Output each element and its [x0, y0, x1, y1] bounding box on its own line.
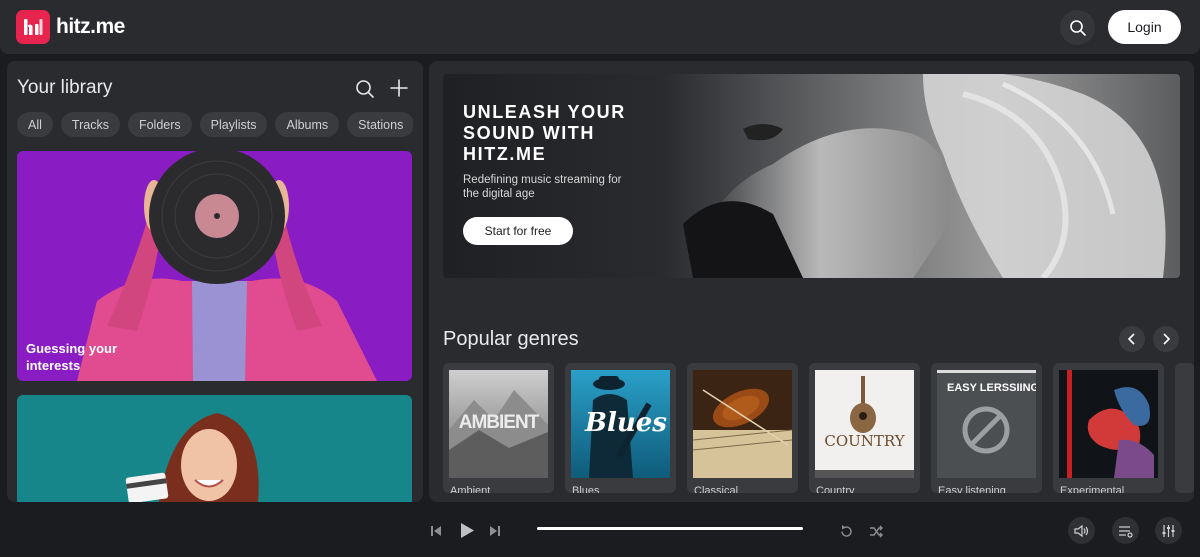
genre-card-easy-listening[interactable]: EASY LERSSIING Easy listening — [931, 363, 1042, 493]
search-icon — [1069, 19, 1086, 36]
chevron-left-icon — [1127, 333, 1135, 345]
player-bar — [0, 505, 1200, 557]
equalizer-icon — [1162, 524, 1175, 537]
queue-icon — [1119, 525, 1133, 538]
play-icon[interactable] — [459, 522, 475, 539]
playback-progress-bar[interactable] — [537, 527, 803, 530]
hero-banner: UNLEASH YOUR SOUND WITH HITZ.ME Redefini… — [443, 74, 1180, 278]
hero-title: UNLEASH YOUR SOUND WITH HITZ.ME — [463, 102, 626, 164]
top-bar: hitz.me Login — [0, 0, 1200, 54]
genre-art: COUNTRY — [815, 370, 914, 478]
hero-subtitle: Redefining music streaming for the digit… — [463, 174, 622, 200]
logo-text: hitz.me — [56, 15, 125, 38]
genre-name: Blues — [572, 485, 600, 493]
library-card-guessing-interests[interactable]: Guessing your interests — [17, 151, 412, 381]
logo-mark-icon — [16, 10, 50, 44]
smiling-woman-image — [125, 413, 259, 502]
start-for-free-button[interactable]: Start for free — [463, 217, 573, 245]
login-button[interactable]: Login — [1108, 10, 1181, 44]
chevron-right-icon — [1163, 333, 1171, 345]
chip-stations[interactable]: Stations — [347, 112, 413, 137]
genre-art: EASY LERSSIING — [937, 370, 1036, 478]
genre-card-blues[interactable]: Blues Blues — [565, 363, 676, 493]
genre-name: Classical — [694, 485, 739, 493]
genre-name: Country — [816, 485, 855, 493]
genre-art-text: AMBIENT — [458, 412, 540, 433]
volume-button[interactable] — [1068, 517, 1095, 544]
shuffle-icon[interactable] — [869, 524, 884, 539]
main-panel: UNLEASH YOUR SOUND WITH HITZ.ME Redefini… — [429, 61, 1194, 502]
queue-button[interactable] — [1112, 517, 1139, 544]
add-icon[interactable] — [389, 78, 409, 98]
next-track-icon[interactable] — [488, 524, 502, 538]
genre-card-country[interactable]: COUNTRY Country — [809, 363, 920, 493]
genre-card-classical[interactable]: Classical — [687, 363, 798, 493]
genre-name: Easy listening — [938, 485, 1006, 493]
popular-genres-title: Popular genres — [443, 328, 579, 350]
genre-art-text: EASY LERSSIING — [947, 382, 1036, 394]
library-card-2[interactable] — [17, 395, 412, 502]
genre-card-experimental[interactable]: Experimental — [1053, 363, 1164, 493]
genre-art — [1059, 370, 1158, 478]
genre-art — [693, 370, 792, 478]
genre-name: Ambient — [450, 485, 491, 493]
volume-icon — [1074, 524, 1089, 537]
genre-art-text: Blues — [585, 408, 667, 438]
chip-albums[interactable]: Albums — [275, 112, 340, 137]
genre-art: AMBIENT — [449, 370, 548, 478]
genre-name: Experimental — [1060, 485, 1125, 493]
genre-art-text: COUNTRY — [824, 432, 905, 450]
chip-folders[interactable]: Folders — [127, 112, 192, 137]
genre-card-ambient[interactable]: AMBIENT Ambient — [443, 363, 554, 493]
chip-tracks[interactable]: Tracks — [60, 112, 120, 137]
equalizer-button[interactable] — [1155, 517, 1182, 544]
genre-art: Blues — [571, 370, 670, 478]
library-panel: Your library All Tracks Folders Playlist… — [7, 61, 423, 502]
library-search-icon[interactable] — [355, 79, 375, 99]
logo[interactable]: hitz.me — [16, 10, 125, 44]
card-label: Guessing your interests — [26, 341, 118, 373]
genre-card-partial[interactable] — [1175, 363, 1194, 493]
library-filter-chips: All Tracks Folders Playlists Albums Stat… — [17, 112, 413, 137]
search-button[interactable] — [1060, 10, 1095, 45]
library-title: Your library — [17, 77, 113, 98]
genres-next-button[interactable] — [1153, 326, 1179, 352]
chip-playlists[interactable]: Playlists — [199, 112, 268, 137]
genres-carousel: AMBIENT Ambient Blues Blues Classical CO… — [443, 363, 1194, 493]
previous-track-icon[interactable] — [429, 524, 443, 538]
genres-prev-button[interactable] — [1119, 326, 1145, 352]
repeat-icon[interactable] — [839, 524, 854, 539]
chip-all[interactable]: All — [17, 112, 53, 137]
